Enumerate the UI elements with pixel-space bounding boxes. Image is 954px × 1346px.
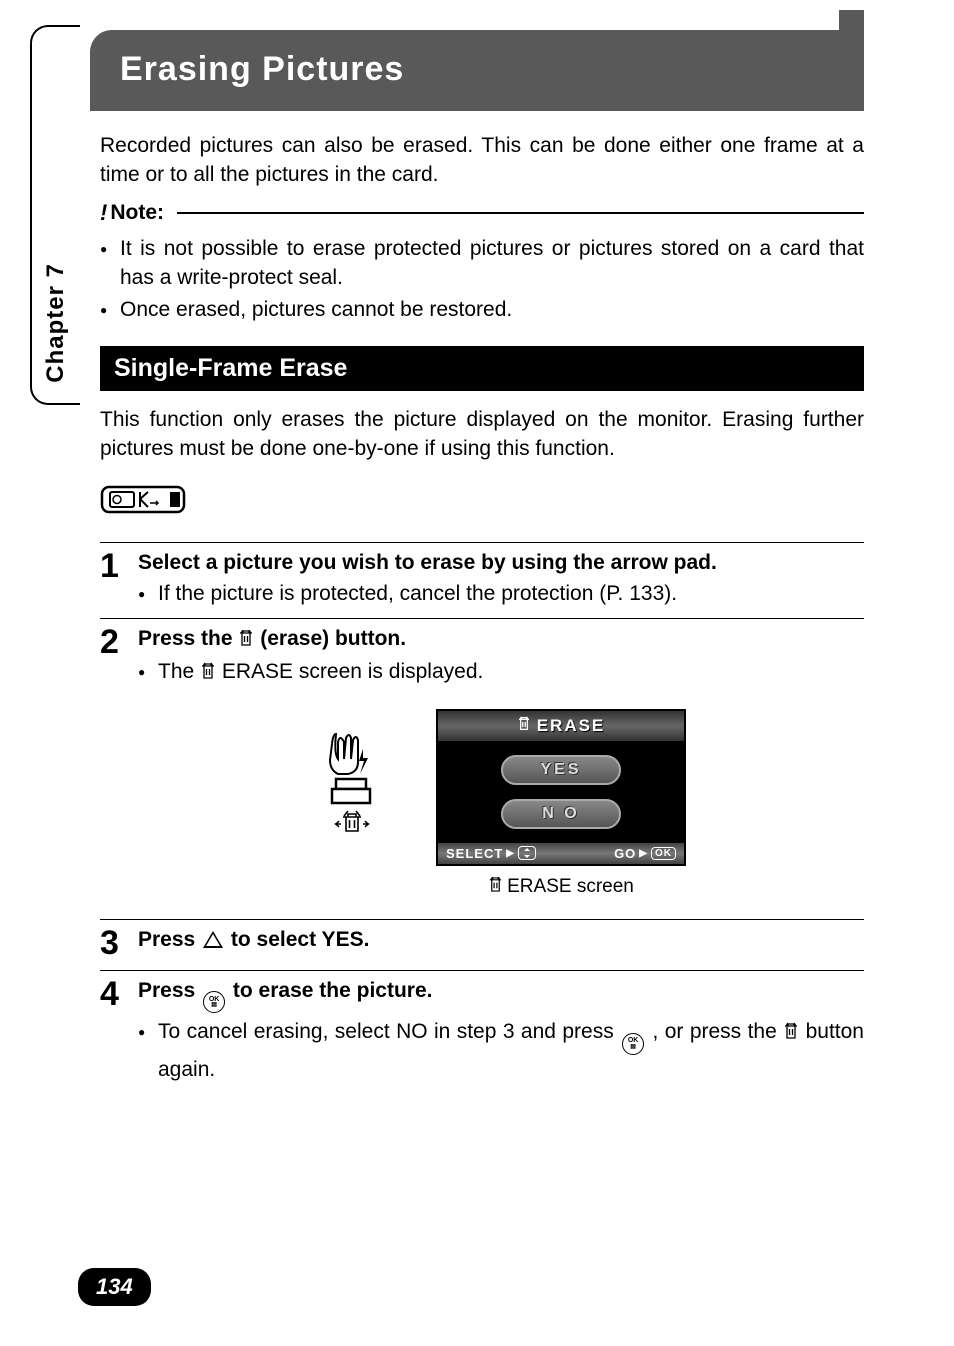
trash-icon [488, 876, 503, 899]
erase-no-button: N O [501, 799, 621, 829]
step-4-sub: To cancel erasing, select NO in step 3 a… [138, 1017, 864, 1084]
ok-icon: OK [651, 847, 676, 860]
trash-icon [517, 716, 531, 736]
trash-icon [200, 659, 216, 688]
triangle-up-icon [203, 931, 223, 948]
erase-screen-footer: SELECT ▶ GO ▶ OK [438, 843, 684, 864]
section-heading-bar: Single-Frame Erase [100, 346, 864, 391]
erase-screen-caption: ERASE screen [436, 876, 686, 899]
note-label: Note: [110, 201, 164, 225]
step-1: 1 Select a picture you wish to erase by … [100, 542, 864, 608]
ok-button-icon: OK▤ [622, 1033, 644, 1055]
erase-screen-illustration: ERASE YES N O SELECT ▶ [138, 709, 864, 899]
step-4: 4 Press OK▤ to erase the picture. To can… [100, 970, 864, 1085]
intro-paragraph: Recorded pictures can also be erased. Th… [100, 131, 864, 190]
note-divider [177, 212, 864, 214]
step-1-sub: If the picture is protected, cancel the … [138, 579, 864, 608]
section-description: This function only erases the picture di… [100, 405, 864, 464]
camera-back-icon [100, 482, 864, 522]
note-item: It is not possible to erase protected pi… [100, 234, 864, 293]
note-list: It is not possible to erase protected pi… [100, 234, 864, 324]
erase-screen-header: ERASE [438, 711, 684, 741]
note-item: Once erased, pictures cannot be restored… [100, 295, 864, 324]
trash-icon [238, 629, 254, 653]
step-3: 3 Press to select YES. [100, 919, 864, 960]
note-icon: ! [100, 200, 107, 226]
title-banner: Erasing Pictures [90, 30, 864, 111]
step-1-title: Select a picture you wish to erase by us… [138, 551, 864, 575]
step-number: 3 [100, 926, 126, 960]
erase-yes-button: YES [501, 755, 621, 785]
ok-button-icon: OK▤ [203, 991, 225, 1013]
step-3-title: Press to select YES. [138, 928, 864, 952]
go-arrow-icon: ▶ [639, 848, 648, 859]
hand-press-icon [316, 724, 396, 839]
step-number: 4 [100, 977, 126, 1085]
step-number: 1 [100, 549, 126, 608]
trash-icon [783, 1019, 799, 1048]
step-2-sub: The ERASE screen is displayed. [138, 657, 864, 688]
page-title: Erasing Pictures [120, 50, 839, 89]
page-number: 134 [78, 1268, 151, 1306]
step-2: 2 Press the (erase) button. The [100, 618, 864, 908]
step-2-title: Press the (erase) button. [138, 627, 864, 653]
section-heading: Single-Frame Erase [114, 354, 347, 382]
step-4-title: Press OK▤ to erase the picture. [138, 979, 864, 1014]
step-number: 2 [100, 625, 126, 908]
note-header: ! Note: [100, 200, 864, 226]
erase-screen: ERASE YES N O SELECT ▶ [436, 709, 686, 866]
select-arrow-icon: ▶ [506, 848, 515, 859]
up-down-arrow-icon [518, 846, 536, 860]
